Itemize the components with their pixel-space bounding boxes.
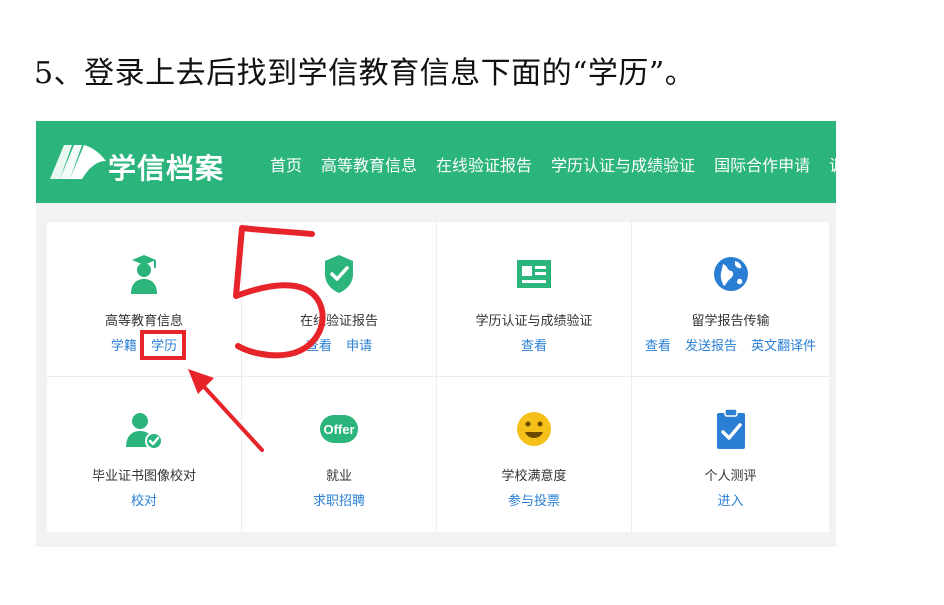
id-card-icon — [517, 260, 551, 288]
link-enter[interactable]: 进入 — [717, 494, 743, 509]
card-title: 毕业证书图像校对 — [91, 469, 196, 484]
globe-icon — [713, 257, 748, 291]
card-personal-assessment: 个人测评 进入 — [632, 377, 829, 532]
service-grid: 高等教育信息 学籍 学历 在线验证报告 查看 申请 学历认证与成绩验证 查看 留… — [47, 222, 829, 532]
main-nav: 首页 高等教育信息 在线验证报告 学历认证与成绩验证 国际合作申请 调查/投票 — [270, 152, 917, 176]
book-logo-icon — [50, 145, 106, 179]
card-title: 学校满意度 — [501, 469, 567, 484]
nav-item-higher-education[interactable]: 高等教育信息 — [321, 152, 417, 176]
instruction-caption: 5、登录上去后找到学信教育信息下面的“学历”。 — [34, 56, 696, 91]
link-vote[interactable]: 参与投票 — [508, 494, 560, 509]
card-links: 查看 申请 — [242, 335, 436, 354]
card-certification: 学历认证与成绩验证 查看 — [437, 222, 632, 377]
nav-item-certification[interactable]: 学历认证与成绩验证 — [551, 152, 695, 176]
link-student-status[interactable]: 学籍 — [111, 339, 137, 354]
shield-check-icon — [325, 255, 353, 293]
card-links: 查看 发送报告 英文翻译件 — [632, 335, 829, 354]
link-view[interactable]: 查看 — [306, 339, 332, 354]
brand-name[interactable]: 学信档案 — [108, 147, 224, 187]
link-proofread[interactable]: 校对 — [131, 494, 157, 509]
card-employment: Offer 就业 求职招聘 — [242, 377, 437, 532]
card-title: 在线验证报告 — [299, 314, 378, 329]
site-header: 学信档案 首页 高等教育信息 在线验证报告 学历认证与成绩验证 国际合作申请 调… — [36, 121, 898, 203]
nav-item-online-verification[interactable]: 在线验证报告 — [436, 152, 532, 176]
link-view[interactable]: 查看 — [645, 339, 671, 354]
card-diploma-proofread: 毕业证书图像校对 校对 — [47, 377, 242, 532]
card-school-satisfaction: 学校满意度 参与投票 — [437, 377, 632, 532]
card-online-verification: 在线验证报告 查看 申请 — [242, 222, 437, 377]
card-links: 查看 — [437, 335, 631, 354]
graduate-icon — [131, 255, 157, 294]
link-view[interactable]: 查看 — [521, 339, 547, 354]
nav-item-home[interactable]: 首页 — [270, 152, 302, 176]
highlight-box — [140, 330, 186, 360]
user-check-icon — [126, 413, 163, 450]
link-send-report[interactable]: 发送报告 — [685, 339, 737, 354]
link-job-search[interactable]: 求职招聘 — [313, 494, 365, 509]
card-study-abroad-report: 留学报告传输 查看 发送报告 英文翻译件 — [632, 222, 829, 377]
clipboard-check-icon — [716, 408, 745, 449]
smiley-icon — [517, 412, 551, 446]
offer-icon: Offer — [320, 415, 358, 443]
card-title: 个人测评 — [704, 469, 757, 484]
link-english-translation[interactable]: 英文翻译件 — [751, 339, 816, 354]
card-title: 高等教育信息 — [104, 314, 183, 329]
card-links: 求职招聘 — [242, 490, 436, 509]
nav-item-survey[interactable]: 调查/投票 — [829, 152, 898, 176]
card-title: 就业 — [325, 469, 352, 484]
nav-item-international[interactable]: 国际合作申请 — [714, 152, 810, 176]
link-apply[interactable]: 申请 — [346, 339, 372, 354]
card-title: 留学报告传输 — [691, 314, 770, 329]
card-links: 校对 — [47, 490, 241, 509]
card-links: 参与投票 — [437, 490, 631, 509]
card-title: 学历认证与成绩验证 — [475, 314, 593, 329]
svg-text:Offer: Offer — [323, 422, 354, 437]
card-links: 进入 — [632, 490, 829, 509]
